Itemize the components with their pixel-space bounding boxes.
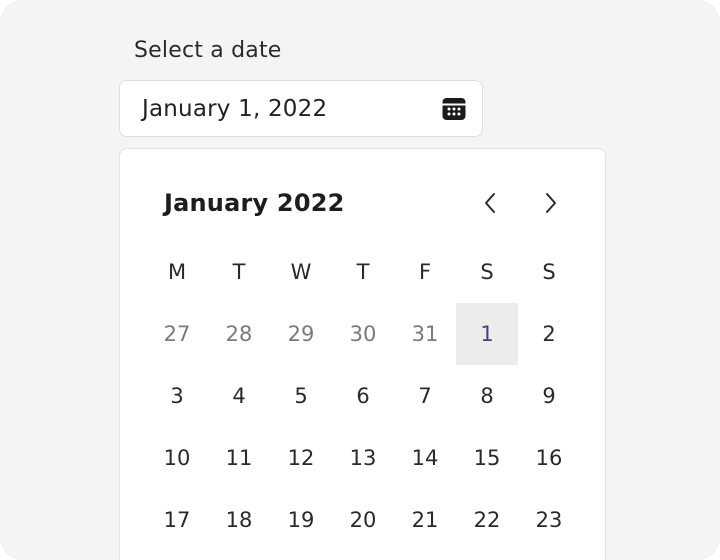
calendar-day-selected[interactable]: 1	[456, 303, 518, 365]
calendar-day[interactable]: 23	[518, 489, 580, 551]
calendar-day[interactable]: 5	[270, 365, 332, 427]
calendar-week-row: 27 28 29 30 31 1 2	[146, 303, 580, 365]
calendar-day[interactable]: 19	[270, 489, 332, 551]
calendar-day[interactable]: 31	[394, 303, 456, 365]
next-month-button[interactable]	[533, 187, 569, 223]
calendar-popover: January 2022 MTWTFSS 27 28 29 30 31 1 2 3 4 5 6 7 8 9…	[119, 148, 606, 560]
calendar-day[interactable]: 20	[332, 489, 394, 551]
calendar-day[interactable]: 16	[518, 427, 580, 489]
calendar-day[interactable]: 3	[146, 365, 208, 427]
calendar-day[interactable]: 9	[518, 365, 580, 427]
weekday-header-row: MTWTFSS	[146, 241, 580, 303]
weekday-header: F	[418, 260, 432, 284]
calendar-day[interactable]: 6	[332, 365, 394, 427]
weekday-header: S	[480, 260, 494, 284]
calendar-week-row: 17 18 19 20 21 22 23	[146, 489, 580, 551]
calendar-day[interactable]: 27	[146, 303, 208, 365]
weekday-header: W	[290, 260, 312, 284]
weekday-header: T	[356, 260, 370, 284]
date-picker-stage: Select a date January 1, 2022 January 20…	[0, 0, 720, 560]
calendar-day[interactable]: 12	[270, 427, 332, 489]
calendar-day[interactable]: 14	[394, 427, 456, 489]
previous-month-button[interactable]	[472, 187, 508, 223]
calendar-day[interactable]: 21	[394, 489, 456, 551]
calendar-day[interactable]: 10	[146, 427, 208, 489]
calendar-day[interactable]: 29	[270, 303, 332, 365]
date-input[interactable]: January 1, 2022	[119, 80, 483, 137]
calendar-grid: MTWTFSS 27 28 29 30 31 1 2 3 4 5 6 7 8 9 10 11 12 13 14 15 1…	[146, 241, 580, 551]
calendar-day[interactable]: 8	[456, 365, 518, 427]
calendar-day[interactable]: 15	[456, 427, 518, 489]
calendar-day[interactable]: 22	[456, 489, 518, 551]
month-title: January 2022	[164, 189, 345, 217]
calendar-day[interactable]: 13	[332, 427, 394, 489]
calendar-day[interactable]: 2	[518, 303, 580, 365]
chevron-right-icon	[542, 191, 560, 219]
calendar-day[interactable]: 18	[208, 489, 270, 551]
weekday-header: T	[232, 260, 246, 284]
weekday-header: M	[167, 260, 187, 284]
date-input-value[interactable]: January 1, 2022	[142, 96, 440, 122]
calendar-day[interactable]: 17	[146, 489, 208, 551]
calendar-week-row: 10 11 12 13 14 15 16	[146, 427, 580, 489]
calendar-day[interactable]: 4	[208, 365, 270, 427]
calendar-day[interactable]: 7	[394, 365, 456, 427]
calendar-weeks: 27 28 29 30 31 1 2 3 4 5 6 7 8 9 10 11 12 13 14 15 16 17 18 19 2…	[146, 303, 580, 551]
field-label: Select a date	[134, 38, 282, 63]
weekday-header: S	[542, 260, 556, 284]
calendar-day[interactable]: 11	[208, 427, 270, 489]
chevron-left-icon	[481, 191, 499, 219]
calendar-week-row: 3456789	[146, 365, 580, 427]
calendar-icon[interactable]	[440, 95, 468, 123]
calendar-day[interactable]: 30	[332, 303, 394, 365]
calendar-day[interactable]: 28	[208, 303, 270, 365]
